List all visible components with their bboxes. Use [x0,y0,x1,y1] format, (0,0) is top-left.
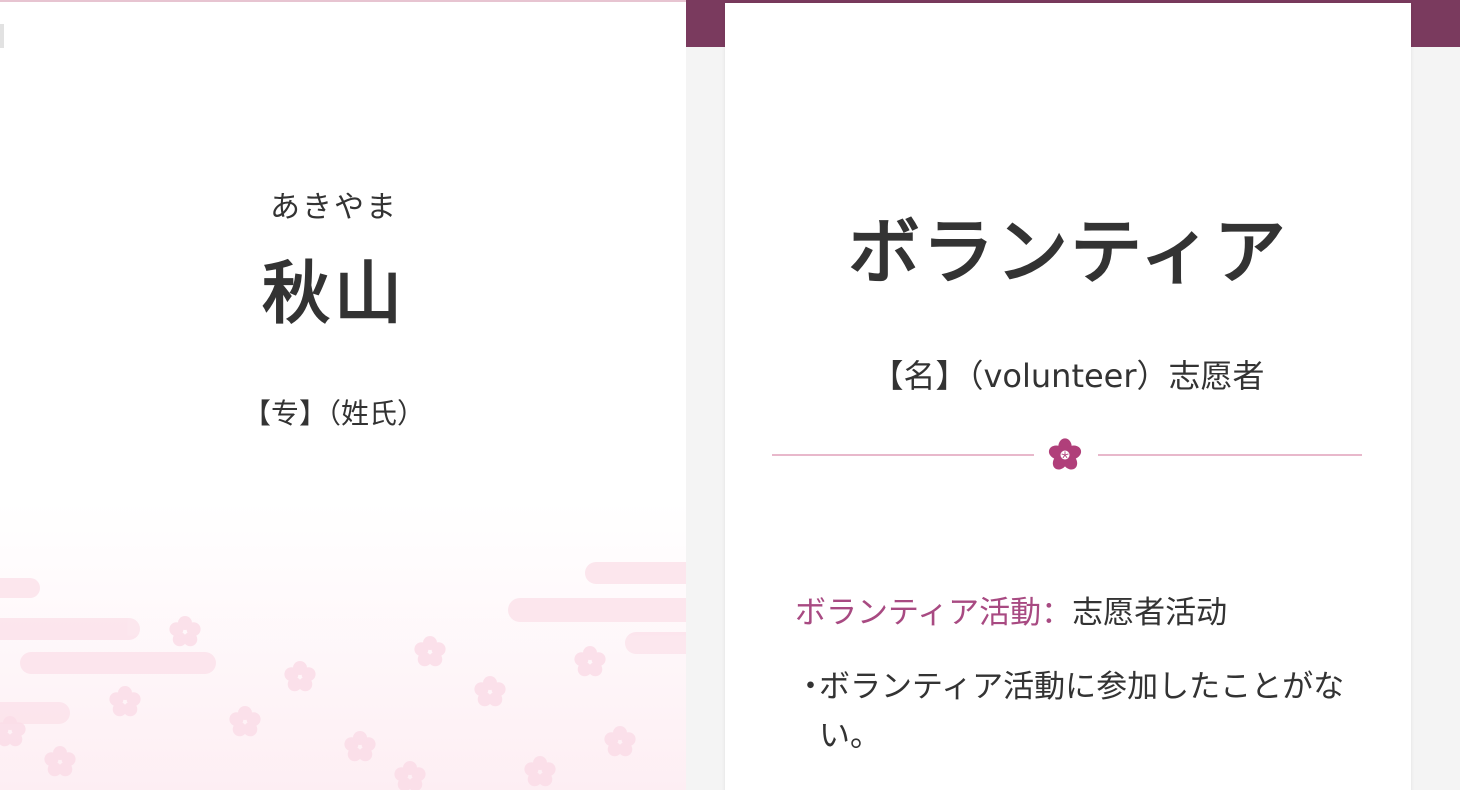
word-meaning: 【名】（volunteer）志愿者 [871,357,1265,395]
example-text: ボランティア活動に参加したことがない。 [819,669,1345,754]
kanji-meaning: 【专】（姓氏） [242,397,425,430]
example-bullet: ・ [795,669,826,705]
sakura-flower-icon [1048,438,1082,470]
example-sentence: ・ ボランティア活動に参加したことがない。 [795,663,1355,761]
flashcard-stage: あきやま 秋山 【专】（姓氏） ボランティア 【名】（volunteer）志愿者 [0,0,1460,790]
word-title: ボランティア [848,210,1288,294]
kanji-word: 秋山 [261,255,406,334]
divider-line-right [1098,454,1362,456]
phrase-key: ボランティア活動 [795,595,1042,631]
phrase-value: 志愿者活动 [1072,595,1228,631]
divider-line-left [772,454,1034,456]
phrase-separator: ： [1041,595,1073,631]
right-vocab-card: ボランティア 【名】（volunteer）志愿者 ボランティア活動：志愿者活动 … [725,3,1411,790]
phrase-example: ボランティア活動：志愿者活动 [795,587,1227,632]
sakura-divider [772,435,1362,475]
left-vocab-card: あきやま 秋山 【专】（姓氏） [0,0,686,790]
kanji-reading: あきやま [270,190,398,225]
